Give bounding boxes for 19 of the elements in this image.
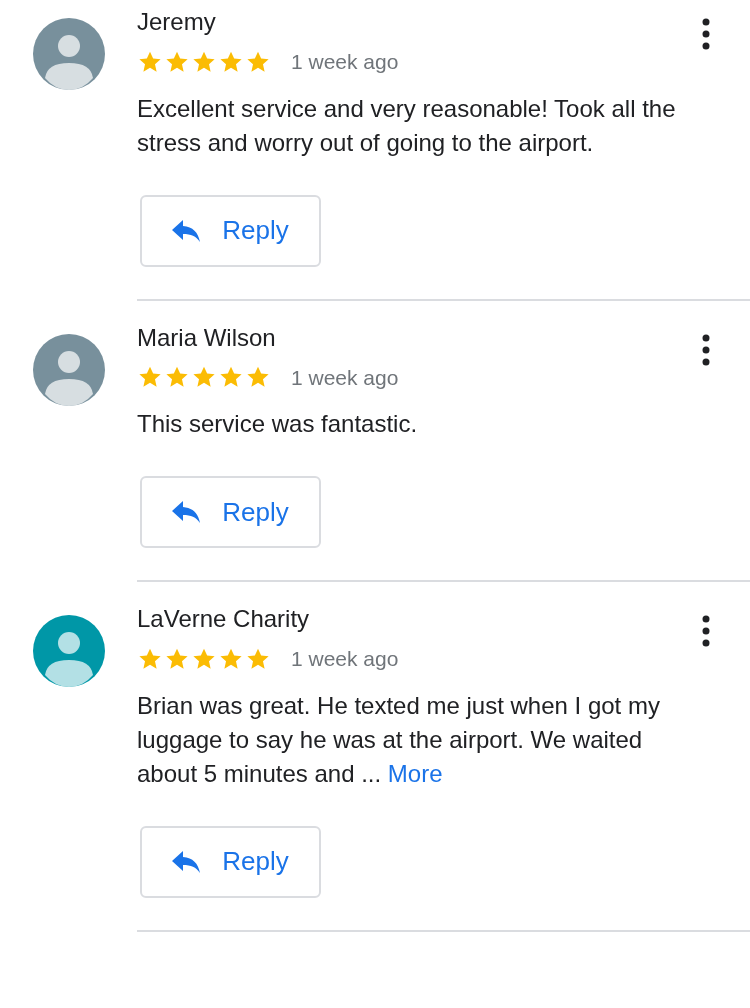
- more-link[interactable]: More: [387, 759, 443, 787]
- reply-icon: [172, 219, 201, 242]
- more-options-icon: [702, 333, 710, 366]
- review-time: 1 week ago: [291, 49, 399, 75]
- review-text: This service was fantastic.: [137, 409, 419, 439]
- reviewer-name: Maria Wilson: [137, 322, 277, 353]
- reply-button[interactable]: Reply: [140, 825, 321, 898]
- review-text: Brian was great. He texted me just when I got my luggage to say he was at the airport. We waited about 5 minutes and ... More: [137, 690, 661, 789]
- review-time: 1 week ago: [291, 646, 399, 672]
- reviewer-name: Jeremy: [137, 7, 217, 37]
- more-options-icon: [702, 615, 710, 647]
- more-options-icon: [702, 18, 710, 50]
- reply-button[interactable]: Reply: [140, 476, 321, 548]
- review-time: 1 week ago: [291, 364, 399, 391]
- review-text: Excellent service and very reasonable! Took all the stress and worry out of going to the airport.: [137, 93, 677, 158]
- reviewer-name: LaVerne Charity: [137, 604, 311, 634]
- reply-button[interactable]: Reply: [140, 194, 321, 267]
- reply-icon: [172, 850, 201, 873]
- reply-icon: [172, 501, 201, 523]
